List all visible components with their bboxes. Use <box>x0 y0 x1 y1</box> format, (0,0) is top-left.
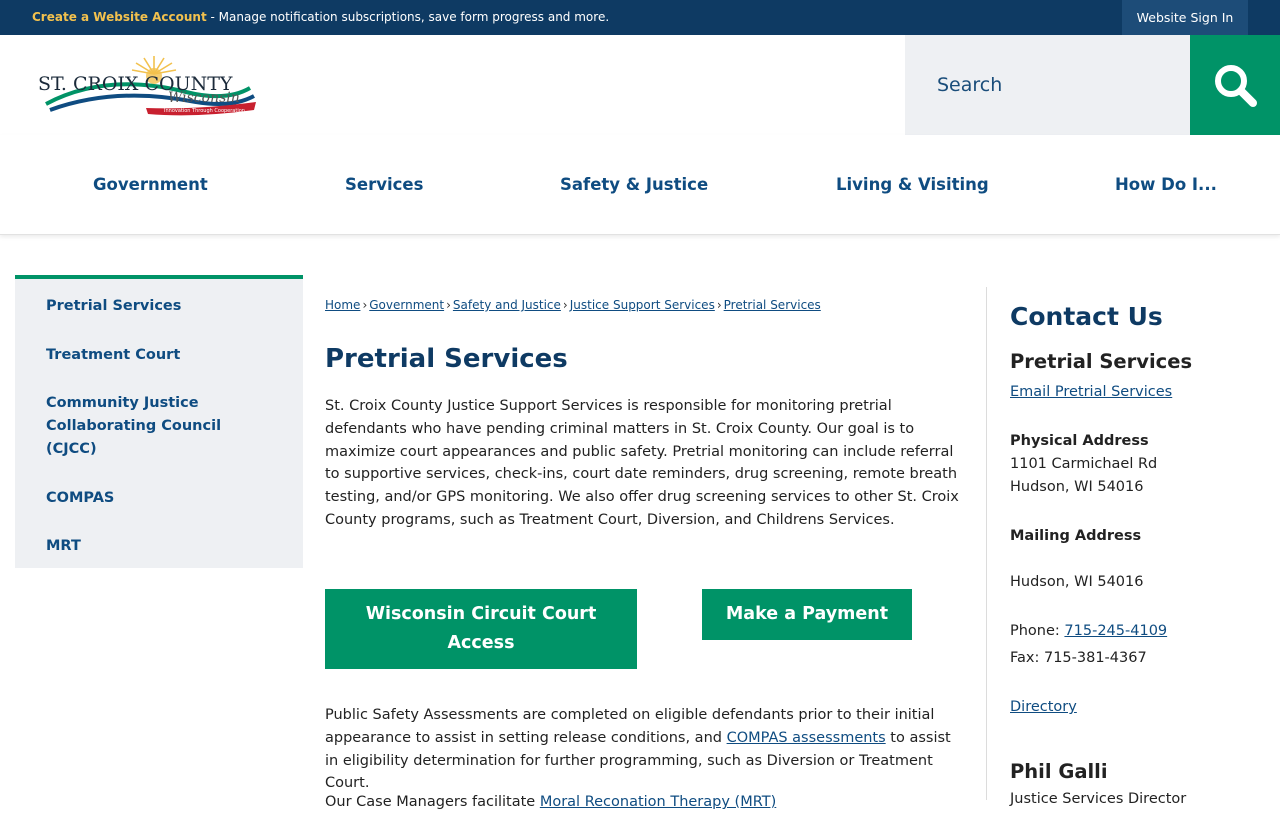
county-logo[interactable]: ST. CROIX COUNTY Wisconsin Innovation Th… <box>36 52 260 122</box>
search-input[interactable] <box>905 35 1190 135</box>
website-sign-in-button[interactable]: Website Sign In <box>1122 0 1248 35</box>
breadcrumb-separator: › <box>716 298 722 312</box>
breadcrumb-safety-justice[interactable]: Safety and Justice <box>453 298 561 312</box>
sidebar-item-pretrial-services[interactable]: Pretrial Services <box>46 295 246 318</box>
breadcrumb-separator: › <box>446 298 451 312</box>
logo-subtitle: Wisconsin <box>168 90 240 106</box>
page-title: Pretrial Services <box>325 344 568 374</box>
nav-living-visiting[interactable]: Living & Visiting <box>836 175 989 194</box>
directory-link[interactable]: Directory <box>1010 699 1077 715</box>
column-divider <box>986 287 987 800</box>
phone-line: Phone: 715-245-4109 <box>1010 623 1167 639</box>
breadcrumb-home[interactable]: Home <box>325 298 360 312</box>
breadcrumb-justice-support[interactable]: Justice Support Services <box>570 298 715 312</box>
account-message-text: - Manage notification subscriptions, sav… <box>206 10 610 24</box>
nav-safety-justice[interactable]: Safety & Justice <box>560 175 708 194</box>
physical-address-line1: 1101 Carmichael Rd <box>1010 456 1158 472</box>
phone-label: Phone: <box>1010 623 1065 639</box>
mailing-address-line: Hudson, WI 54016 <box>1010 574 1144 590</box>
breadcrumb-separator: › <box>562 298 568 312</box>
breadcrumb: Home › Government › Safety and Justice › Justi… <box>325 298 821 312</box>
mrt-paragraph: Our Case Managers facilitate Moral Recon… <box>325 791 965 814</box>
nav-services[interactable]: Services <box>345 175 423 194</box>
sidebar-menu: Pretrial Services Treatment Court Commun… <box>15 275 303 568</box>
sidebar-item-mrt[interactable]: MRT <box>46 535 246 558</box>
compas-assessments-link[interactable]: COMPAS assessments <box>727 730 886 746</box>
phone-link[interactable]: 715-245-4109 <box>1064 623 1167 639</box>
contact-person-title: Justice Services Director <box>1010 791 1187 807</box>
breadcrumb-pretrial[interactable]: Pretrial Services <box>724 298 821 312</box>
contact-title: Contact Us <box>1010 302 1163 331</box>
intro-paragraph: St. Croix County Justice Support Service… <box>325 398 959 528</box>
physical-address-line2: Hudson, WI 54016 <box>1010 479 1144 495</box>
sidebar-item-cjcc[interactable]: Community Justice Collaborating Council … <box>46 392 226 461</box>
nav-how-do-i[interactable]: How Do I... <box>1115 175 1217 194</box>
top-notification-bar: Create a Website Account - Manage notifi… <box>0 0 1280 35</box>
make-payment-button[interactable]: Make a Payment <box>702 589 912 640</box>
search-icon <box>1215 65 1257 107</box>
logo-tagline: Innovation Through Cooperation <box>164 108 245 114</box>
mrt-link[interactable]: Moral Reconation Therapy (MRT) <box>540 794 776 810</box>
contact-person-name: Phil Galli <box>1010 760 1108 783</box>
contact-department: Pretrial Services <box>1010 350 1193 373</box>
circuit-court-access-button[interactable]: Wisconsin Circuit Court Access <box>325 589 637 669</box>
breadcrumb-separator: › <box>362 298 368 312</box>
search-box <box>905 35 1190 135</box>
nav-government[interactable]: Government <box>93 175 208 194</box>
logo-graphic: ST. CROIX COUNTY Wisconsin Innovation Th… <box>38 56 256 116</box>
breadcrumb-government[interactable]: Government <box>369 298 444 312</box>
search-button[interactable] <box>1190 35 1280 135</box>
sidebar-item-treatment-court[interactable]: Treatment Court <box>46 344 246 367</box>
email-pretrial-link[interactable]: Email Pretrial Services <box>1010 384 1172 400</box>
physical-address-label: Physical Address <box>1010 433 1149 449</box>
create-account-link[interactable]: Create a Website Account <box>32 10 207 24</box>
mailing-address-label: Mailing Address <box>1010 528 1142 544</box>
account-message: Create a Website Account - Manage notifi… <box>32 10 609 24</box>
mrt-text: Our Case Managers facilitate <box>325 794 540 810</box>
fax-line: Fax: 715-381-4367 <box>1010 650 1147 666</box>
sidebar-item-compas[interactable]: COMPAS <box>46 487 246 510</box>
assessment-paragraph: Public Safety Assessments are completed … <box>325 704 965 795</box>
main-navigation: Government Services Safety & Justice Liv… <box>0 135 1280 235</box>
